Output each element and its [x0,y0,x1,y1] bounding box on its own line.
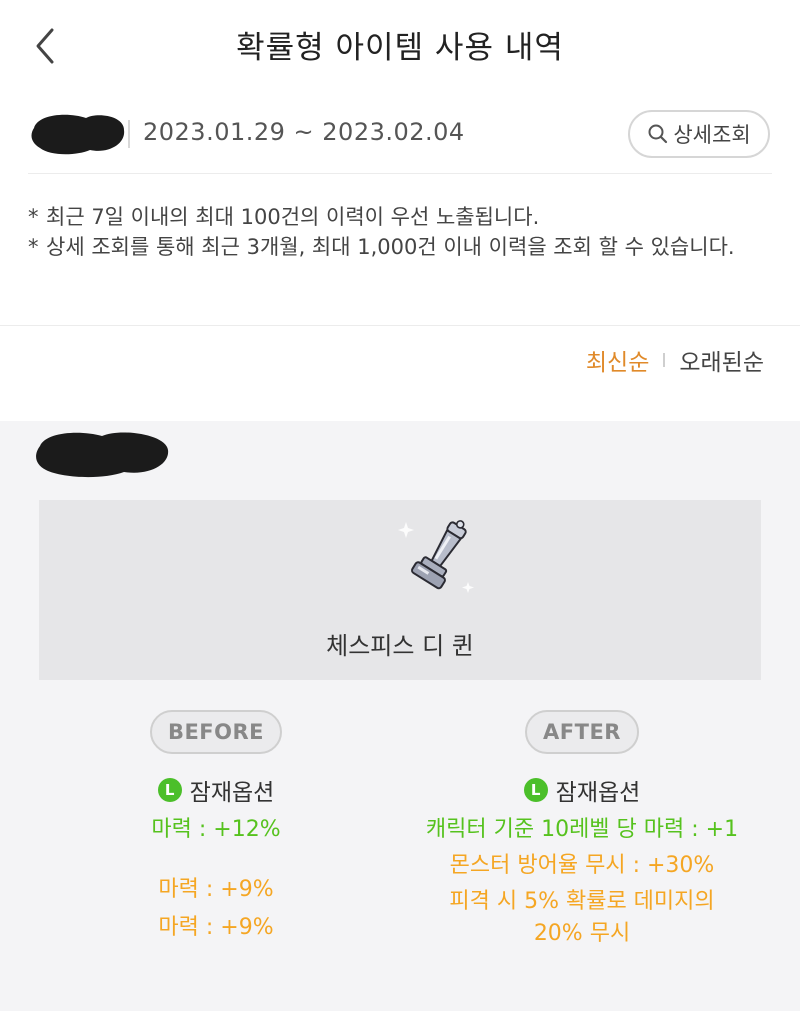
after-label: AFTER [525,710,639,754]
potential-header: L 잠재옵션 [36,772,396,808]
notice-text: 최근 7일 이내의 최대 100건의 이력이 우선 노출됩니다. [46,205,540,229]
option-line: 마력 : +9% [158,915,274,940]
item-name: 체스피스 디 퀸 [326,632,474,660]
option-line: 캐릭터 기준 10레벨 당 마력 : +1 [425,817,739,842]
detail-search-button[interactable]: 상세조회 [628,110,770,158]
before-options: BEFORE L 잠재옵션 마력 : +12% 마력 : +9% 마력 : +9… [36,710,396,944]
date-range: 2023.01.29 ~ 2023.02.04 [143,118,465,146]
legendary-grade-icon: L [157,778,182,802]
bullet-asterisk: * [28,205,39,229]
potential-header: L 잠재옵션 [402,772,762,808]
top-bar: 확률형 아이템 사용 내역 [0,0,800,90]
detail-search-label: 상세조회 [673,123,751,147]
sort-toggle: 최신순 오래된순 [586,343,764,377]
sort-newest-button[interactable]: 최신순 [586,343,649,377]
sort-oldest-button[interactable]: 오래된순 [679,343,764,377]
notice-text: 상세 조회를 통해 최근 3개월, 최대 1,000건 이내 이력을 조회 할 … [46,235,735,259]
chess-queen-icon [398,520,474,593]
option-line: 마력 : +12% [151,817,281,842]
before-label: BEFORE [149,710,283,754]
after-options: AFTER L 잠재옵션 캐릭터 기준 10레벨 당 마력 : +1 몬스터 방… [402,710,762,950]
divider [128,120,130,148]
option-line: 마력 : +9% [158,877,274,902]
legendary-grade-icon: L [523,778,548,802]
divider [28,173,772,174]
redacted-character-name [31,114,125,155]
divider [0,325,800,326]
potential-title: 잠재옵션 [555,780,641,806]
option-line: 몬스터 방어율 무시 : +30% [449,853,715,878]
search-icon [648,124,668,144]
page-title: 확률형 아이템 사용 내역 [236,30,564,66]
notice-list: * 최근 7일 이내의 최대 100건의 이력이 우선 노출됩니다. * 상세 … [28,202,778,262]
divider [663,353,666,367]
filter-row: 2023.01.29 ~ 2023.02.04 상세조회 [0,100,800,172]
option-line: 피격 시 5% 확률로 데미지의 20% 무시 [449,889,715,946]
item-card: 체스피스 디 퀸 [39,500,761,680]
notice-item: * 상세 조회를 통해 최근 3개월, 최대 1,000건 이내 이력을 조회 … [28,232,778,262]
potential-title: 잠재옵션 [189,780,275,806]
notice-item: * 최근 7일 이내의 최대 100건의 이력이 우선 노출됩니다. [28,202,778,232]
bullet-asterisk: * [28,235,39,259]
redacted-character-name [36,432,169,478]
